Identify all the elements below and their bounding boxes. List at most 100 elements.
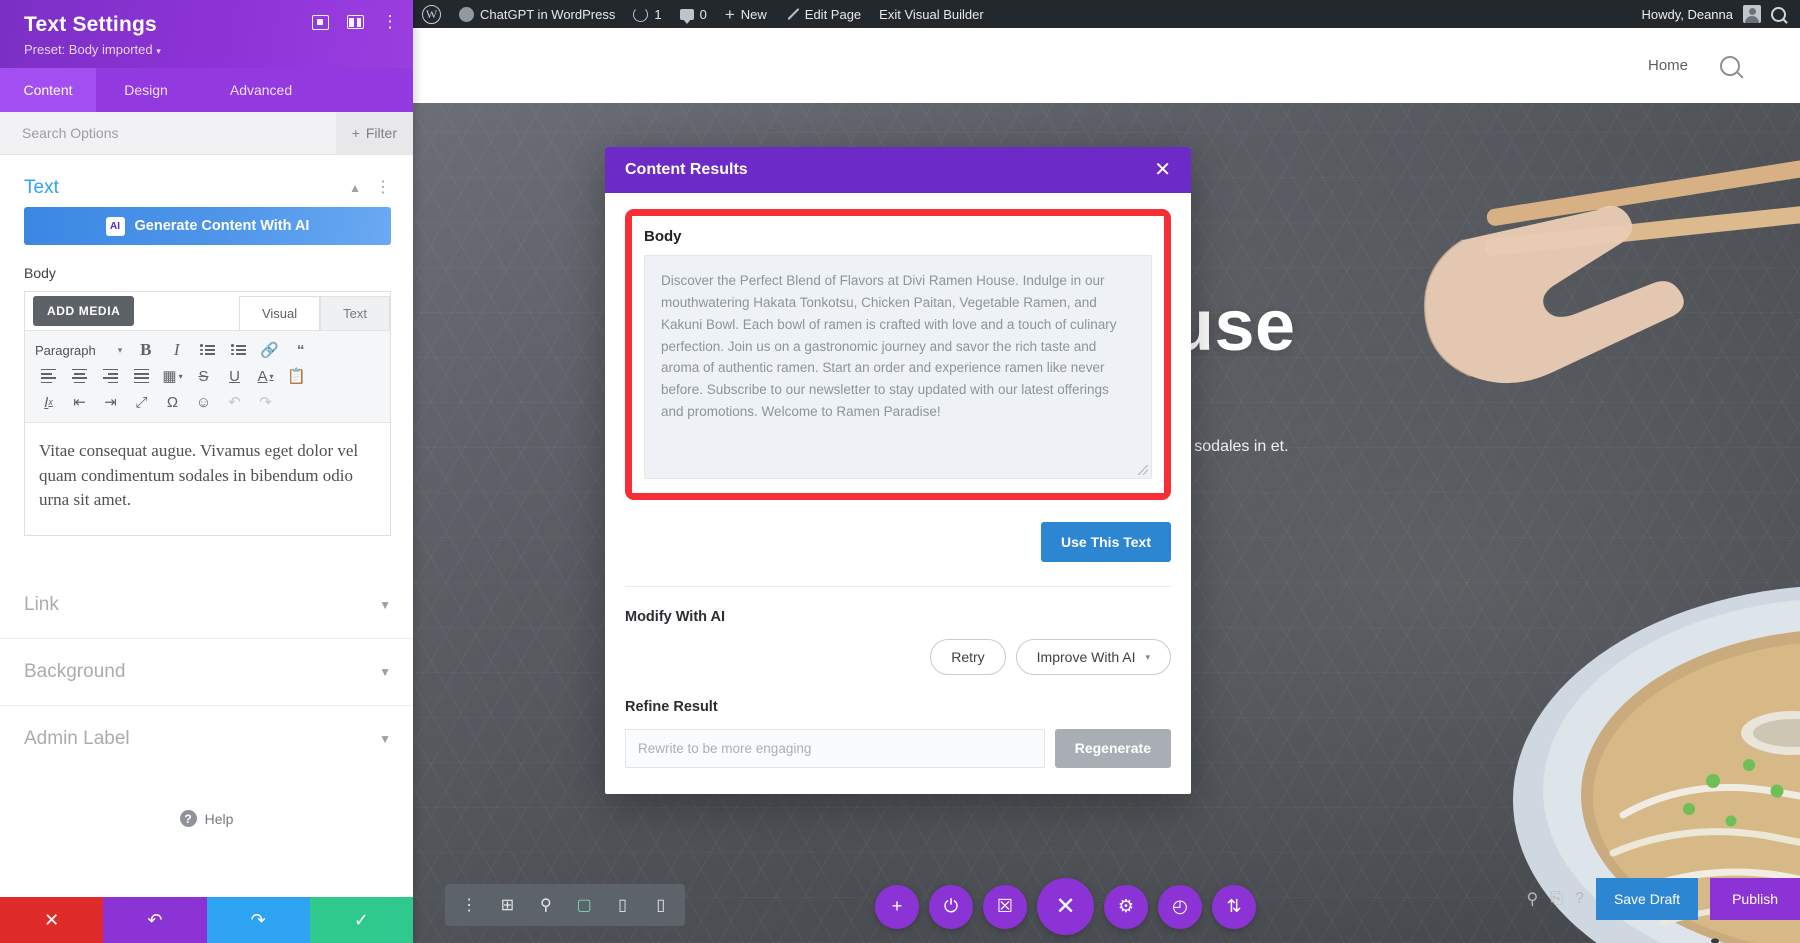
help-link[interactable]: ? Help — [0, 810, 413, 827]
undo-button[interactable]: ↶ — [103, 897, 207, 943]
nav-item-home[interactable]: Home — [1648, 57, 1688, 74]
search-icon[interactable] — [1771, 6, 1786, 22]
save-button[interactable]: ✓ — [309, 897, 413, 943]
generate-content-with-ai-button[interactable]: AI Generate Content With AI — [24, 207, 391, 245]
indent-icon[interactable]: ⇥ — [95, 389, 126, 415]
trash-icon[interactable]: ☒ — [983, 884, 1027, 929]
result-textarea[interactable]: Discover the Perfect Blend of Flavors at… — [644, 255, 1152, 479]
admin-bar-item-edit-page[interactable]: Edit Page — [776, 0, 870, 28]
section-header-link[interactable]: Link ▼ — [0, 572, 413, 639]
panel-footer-actions: ✕ ↶ ↷ ✓ — [0, 897, 413, 943]
zoom-icon[interactable]: ⚲ — [528, 884, 564, 926]
help-icon[interactable]: ? — [1575, 890, 1584, 908]
close-icon[interactable]: ✕ — [1154, 160, 1171, 180]
underline-icon[interactable]: U — [219, 363, 250, 389]
admin-bar-item-exit-visual-builder[interactable]: Exit Visual Builder — [870, 0, 993, 28]
redo-icon[interactable]: ↷ — [250, 389, 281, 415]
chevron-down-icon[interactable]: ▼ — [379, 665, 391, 679]
emoji-icon[interactable]: ☺ — [188, 389, 219, 415]
bulleted-list-icon[interactable] — [192, 337, 223, 363]
align-center-icon[interactable] — [64, 363, 95, 389]
power-icon[interactable]: ⏻ — [929, 884, 973, 929]
tab-advanced[interactable]: Advanced — [196, 68, 326, 112]
chevron-up-icon[interactable]: ▲ — [349, 181, 361, 195]
admin-bar-wp-logo[interactable]: W — [413, 0, 450, 28]
strikethrough-icon[interactable]: S — [188, 363, 219, 389]
close-builder-icon[interactable]: ✕ — [1037, 878, 1094, 935]
chevron-down-icon: ▾ — [1145, 651, 1150, 662]
redo-button[interactable]: ↷ — [206, 897, 310, 943]
columns-icon[interactable] — [346, 14, 364, 30]
add-icon[interactable]: + — [875, 884, 919, 929]
link-icon[interactable]: 🔗 — [254, 337, 285, 363]
publish-button[interactable]: Publish — [1710, 878, 1800, 920]
desktop-icon[interactable]: ▢ — [566, 884, 602, 926]
save-draft-button[interactable]: Save Draft — [1595, 878, 1699, 920]
regenerate-button[interactable]: Regenerate — [1054, 729, 1171, 768]
retry-button[interactable]: Retry — [930, 639, 1006, 675]
howdy-label[interactable]: Howdy, Deanna — [1641, 7, 1733, 22]
filter-button[interactable]: + Filter — [335, 112, 413, 154]
admin-bar-item-new[interactable]: + New — [716, 0, 776, 28]
align-justify-icon[interactable] — [126, 363, 157, 389]
refine-result-heading: Refine Result — [625, 699, 718, 715]
italic-icon[interactable]: I — [161, 337, 192, 363]
modify-actions: Retry Improve With AI ▾ — [625, 639, 1171, 675]
search-input[interactable]: Search Options — [22, 125, 119, 141]
numbered-list-icon[interactable] — [223, 337, 254, 363]
admin-bar-item-chatgpt[interactable]: ChatGPT in WordPress — [450, 0, 624, 28]
history-icon[interactable]: ◴ — [1158, 884, 1202, 929]
chatgpt-icon — [459, 6, 474, 22]
outdent-icon[interactable]: ⇤ — [64, 389, 95, 415]
search-icon[interactable]: ⚲ — [1527, 889, 1539, 909]
admin-bar-label: ChatGPT in WordPress — [480, 6, 616, 22]
focus-icon[interactable] — [311, 14, 329, 30]
text-color-icon[interactable]: A ▾ — [250, 363, 281, 389]
kebab-icon[interactable]: ⋮ — [451, 884, 487, 926]
use-this-text-button[interactable]: Use This Text — [1041, 522, 1171, 562]
clear-formatting-icon[interactable]: Ix — [33, 389, 64, 415]
discard-button[interactable]: ✕ — [0, 897, 104, 943]
wireframe-icon[interactable]: ⊞ — [489, 884, 525, 926]
special-character-icon[interactable]: Ω — [157, 389, 188, 415]
align-left-icon[interactable] — [33, 363, 64, 389]
site-nav: Home — [1648, 55, 1740, 76]
improve-with-ai-button[interactable]: Improve With AI ▾ — [1015, 639, 1171, 675]
generate-button-label: Generate Content With AI — [134, 218, 310, 234]
editor-content[interactable]: Vitae consequat augue. Vivamus eget dolo… — [25, 423, 390, 535]
tab-design[interactable]: Design — [96, 68, 196, 112]
add-media-button[interactable]: ADD MEDIA — [33, 296, 135, 326]
kebab-icon[interactable]: ⋮ — [375, 180, 391, 196]
table-icon[interactable]: ▦ ▾ — [157, 363, 188, 389]
chevron-down-icon[interactable]: ▼ — [379, 598, 391, 612]
section-header-background[interactable]: Background ▼ — [0, 639, 413, 706]
bold-icon[interactable]: B — [130, 337, 161, 363]
align-right-icon[interactable] — [95, 363, 126, 389]
section-header-admin-label[interactable]: Admin Label ▼ — [0, 706, 413, 772]
result-field-label: Body — [644, 228, 682, 245]
section-header-text[interactable]: Text ▲ ⋮ — [0, 155, 413, 207]
admin-bar-item-comments[interactable]: 0 — [671, 0, 716, 28]
tab-visual[interactable]: Visual — [238, 296, 321, 330]
admin-bar-label: New — [740, 6, 767, 22]
layers-icon[interactable]: ⎘ — [1550, 890, 1563, 908]
tab-text[interactable]: Text — [320, 296, 390, 330]
question-mark-icon: ? — [179, 810, 197, 827]
format-select[interactable]: Paragraph ▾ — [33, 343, 130, 358]
blockquote-icon[interactable]: “ — [285, 337, 316, 363]
preset-selector[interactable]: Preset: Body imported ▾ — [24, 42, 397, 57]
undo-icon[interactable]: ↶ — [219, 389, 250, 415]
fullscreen-icon[interactable]: ⤢ — [126, 389, 157, 415]
phone-icon[interactable]: ▯ — [643, 884, 679, 926]
admin-bar-item-updates[interactable]: 1 — [624, 0, 670, 28]
search-icon[interactable] — [1720, 55, 1740, 76]
chevron-down-icon[interactable]: ▼ — [379, 732, 391, 746]
settings-icon[interactable]: ⚙ — [1104, 884, 1148, 929]
avatar-icon[interactable] — [1743, 5, 1761, 23]
tablet-icon[interactable]: ▯ — [604, 884, 640, 926]
refine-input[interactable]: Rewrite to be more engaging — [625, 729, 1045, 768]
sort-icon[interactable]: ⇅ — [1212, 884, 1256, 929]
paste-as-text-icon[interactable]: 📋 — [281, 363, 312, 389]
kebab-icon[interactable]: ⋮ — [381, 13, 399, 30]
tab-content[interactable]: Content — [0, 68, 96, 112]
